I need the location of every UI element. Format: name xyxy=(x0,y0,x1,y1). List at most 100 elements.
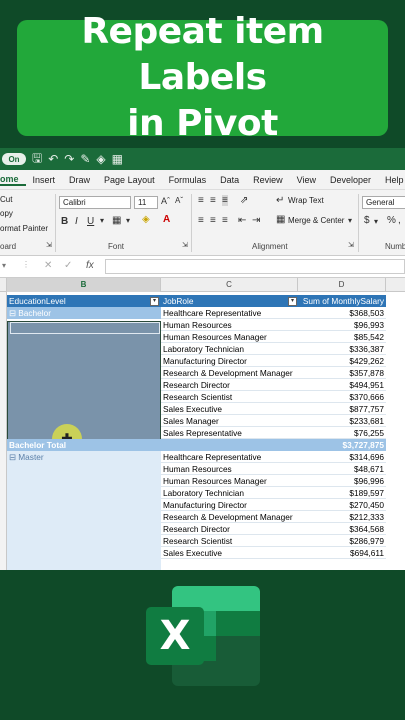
number-format-box[interactable]: General xyxy=(362,196,405,209)
salary-cell[interactable]: $76,255 xyxy=(298,427,386,439)
comma-style-icon[interactable]: , xyxy=(398,215,401,226)
job-role-cell[interactable]: Research & Development Manager xyxy=(161,367,298,379)
bachelor-total-label[interactable]: Bachelor Total xyxy=(7,439,161,451)
chevron-down-icon[interactable]: ▾ xyxy=(2,261,6,270)
tab-home[interactable]: ome xyxy=(0,174,26,186)
align-bottom-icon[interactable]: ≡ xyxy=(222,195,228,206)
autosave-toggle[interactable]: On xyxy=(2,153,26,165)
job-role-cell[interactable]: Laboratory Technician xyxy=(161,487,298,499)
wrap-text-icon[interactable]: ↵ xyxy=(276,195,284,206)
salary-cell[interactable]: $286,979 xyxy=(298,535,386,547)
grow-font-icon[interactable]: Aˆ xyxy=(161,196,170,206)
fill-color-icon[interactable]: ◈ xyxy=(142,214,150,225)
job-role-cell[interactable]: Human Resources Manager xyxy=(161,331,298,343)
tab-draw[interactable]: Draw xyxy=(62,175,97,185)
enter-icon[interactable]: ✓ xyxy=(64,260,72,271)
redo-icon[interactable]: ↷ xyxy=(64,152,74,166)
salary-cell[interactable]: $270,450 xyxy=(298,499,386,511)
clipboard-launcher-icon[interactable]: ⇲ xyxy=(46,241,52,249)
salary-cell[interactable]: $48,671 xyxy=(298,463,386,475)
font-color-icon[interactable]: A xyxy=(163,214,170,225)
cut-button[interactable]: Cut xyxy=(0,195,12,204)
job-role-cell[interactable]: Healthcare Representative xyxy=(161,451,298,463)
alignment-launcher-icon[interactable]: ⇲ xyxy=(348,241,354,249)
format-painter-button[interactable]: ormat Painter xyxy=(0,224,48,233)
salary-cell[interactable]: $357,878 xyxy=(298,367,386,379)
undo-icon[interactable]: ↶ xyxy=(48,152,58,166)
header-sum-monthly-salary[interactable]: Sum of MonthlySalary xyxy=(298,295,386,307)
job-role-cell[interactable]: Research & Development Manager xyxy=(161,511,298,523)
job-role-cell[interactable]: Human Resources Manager xyxy=(161,475,298,487)
column-header-c[interactable]: C xyxy=(161,278,298,292)
salary-cell[interactable]: $368,503 xyxy=(298,307,386,319)
salary-cell[interactable]: $96,996 xyxy=(298,475,386,487)
job-role-cell[interactable]: Sales Executive xyxy=(161,403,298,415)
salary-cell[interactable]: $233,681 xyxy=(298,415,386,427)
job-role-cell[interactable]: Research Director xyxy=(161,523,298,535)
job-role-cell[interactable]: Manufacturing Director xyxy=(161,499,298,511)
orientation-icon[interactable]: ⇗ xyxy=(240,195,248,206)
salary-cell[interactable]: $494,951 xyxy=(298,379,386,391)
align-middle-icon[interactable]: ≡ xyxy=(210,195,216,206)
salary-cell[interactable]: $370,666 xyxy=(298,391,386,403)
job-role-cell[interactable]: Sales Representative xyxy=(161,427,298,439)
fill-qa-icon[interactable]: ◈ xyxy=(96,152,105,166)
merge-center-button[interactable]: Merge & Center xyxy=(288,216,344,225)
decrease-indent-icon[interactable]: ⇤ xyxy=(238,215,246,226)
percent-icon[interactable]: % xyxy=(387,215,396,226)
tab-developer[interactable]: Developer xyxy=(323,175,378,185)
column-header-e[interactable] xyxy=(386,278,405,292)
font-launcher-icon[interactable]: ⇲ xyxy=(182,241,188,249)
column-header-b[interactable]: B xyxy=(7,278,161,292)
column-header-d[interactable]: D xyxy=(298,278,386,292)
header-education-level[interactable]: EducationLevel xyxy=(7,295,161,307)
chevron-down-icon[interactable]: ▾ xyxy=(126,216,130,225)
jobrole-filter-icon[interactable]: ▾ xyxy=(288,297,297,306)
borders-icon[interactable]: ▦ xyxy=(112,215,121,226)
job-role-cell[interactable]: Research Scientist xyxy=(161,535,298,547)
salary-cell[interactable]: $314,696 xyxy=(298,451,386,463)
bachelor-total-value[interactable]: $3,727,875 xyxy=(298,439,386,451)
copy-button[interactable]: opy xyxy=(0,209,13,218)
tab-formulas[interactable]: Formulas xyxy=(162,175,214,185)
bachelor-total-blank[interactable] xyxy=(161,439,298,451)
job-role-cell[interactable]: Research Director xyxy=(161,379,298,391)
education-filter-icon[interactable]: ▾ xyxy=(150,297,159,306)
tab-view[interactable]: View xyxy=(290,175,323,185)
format-painter-qa-icon[interactable]: ✎ xyxy=(80,152,90,166)
bold-icon[interactable]: B xyxy=(61,216,68,227)
wrap-text-button[interactable]: Wrap Text xyxy=(288,196,324,205)
header-job-role[interactable]: JobRole xyxy=(161,295,298,307)
chevron-down-icon[interactable]: ▾ xyxy=(100,216,104,225)
salary-cell[interactable]: $85,542 xyxy=(298,331,386,343)
salary-cell[interactable]: $694,611 xyxy=(298,547,386,559)
currency-icon[interactable]: $ xyxy=(364,215,370,226)
table-qa-icon[interactable]: ▦ xyxy=(112,152,123,166)
align-right-icon[interactable]: ≡ xyxy=(222,215,228,226)
tab-page-layout[interactable]: Page Layout xyxy=(97,175,162,185)
tab-review[interactable]: Review xyxy=(246,175,290,185)
underline-icon[interactable]: U xyxy=(87,216,94,227)
tab-help[interactable]: Help xyxy=(378,175,405,185)
tab-insert[interactable]: Insert xyxy=(26,175,63,185)
merge-center-icon[interactable]: ▦ xyxy=(276,214,285,225)
formula-input[interactable] xyxy=(105,259,405,274)
function-icon[interactable]: fx xyxy=(86,260,94,271)
salary-cell[interactable]: $212,333 xyxy=(298,511,386,523)
salary-cell[interactable]: $336,387 xyxy=(298,343,386,355)
job-role-cell[interactable]: Manufacturing Director xyxy=(161,355,298,367)
job-role-cell[interactable]: Human Resources xyxy=(161,319,298,331)
select-all-corner[interactable] xyxy=(0,278,7,292)
salary-cell[interactable]: $429,262 xyxy=(298,355,386,367)
salary-cell[interactable]: $96,993 xyxy=(298,319,386,331)
italic-icon[interactable]: I xyxy=(75,216,78,227)
align-center-icon[interactable]: ≡ xyxy=(210,215,216,226)
salary-cell[interactable]: $364,568 xyxy=(298,523,386,535)
font-size-box[interactable]: 11 xyxy=(134,196,158,209)
increase-indent-icon[interactable]: ⇥ xyxy=(252,215,260,226)
align-top-icon[interactable]: ≡ xyxy=(198,195,204,206)
salary-cell[interactable]: $189,597 xyxy=(298,487,386,499)
shrink-font-icon[interactable]: Aˇ xyxy=(175,196,183,205)
tab-data[interactable]: Data xyxy=(213,175,246,185)
save-icon[interactable]: 🖫 xyxy=(32,149,42,170)
